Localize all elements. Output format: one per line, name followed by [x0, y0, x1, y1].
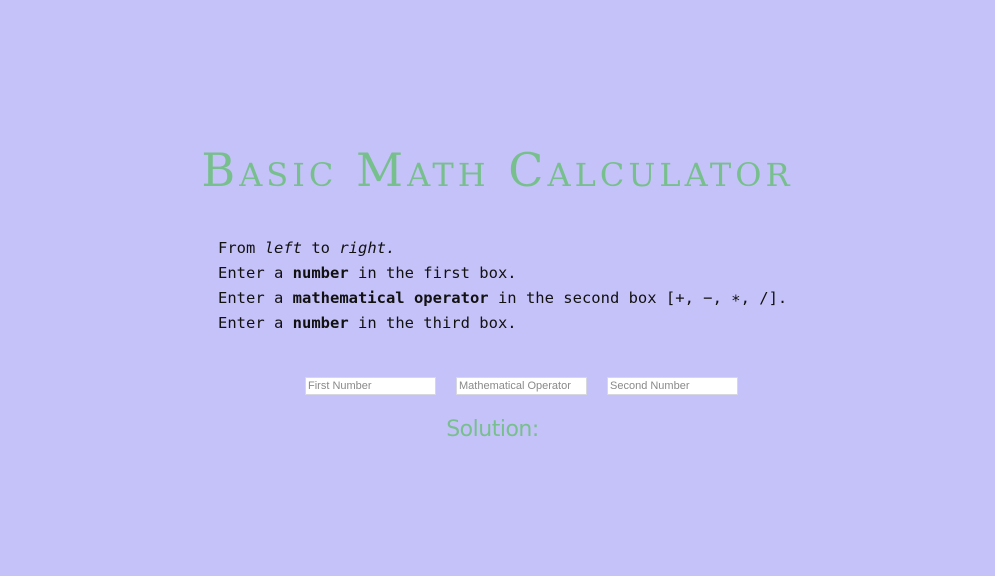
first-number-input[interactable] [305, 377, 436, 395]
instruction-line-3: Enter a mathematical operator in the sec… [218, 289, 788, 307]
page-title: Basic Math Calculator [201, 143, 794, 197]
instruction-line-4: Enter a number in the third box. [218, 314, 517, 332]
instruction-line-1: From left to right. [218, 239, 396, 257]
solution-label: Solution: [446, 417, 539, 442]
instruction-line-2: Enter a number in the first box. [218, 264, 517, 282]
calculator-inputs [305, 377, 745, 396]
instructions: From left to right. Enter a number in th… [218, 236, 787, 336]
operator-input[interactable] [456, 377, 587, 395]
second-number-input[interactable] [607, 377, 738, 395]
